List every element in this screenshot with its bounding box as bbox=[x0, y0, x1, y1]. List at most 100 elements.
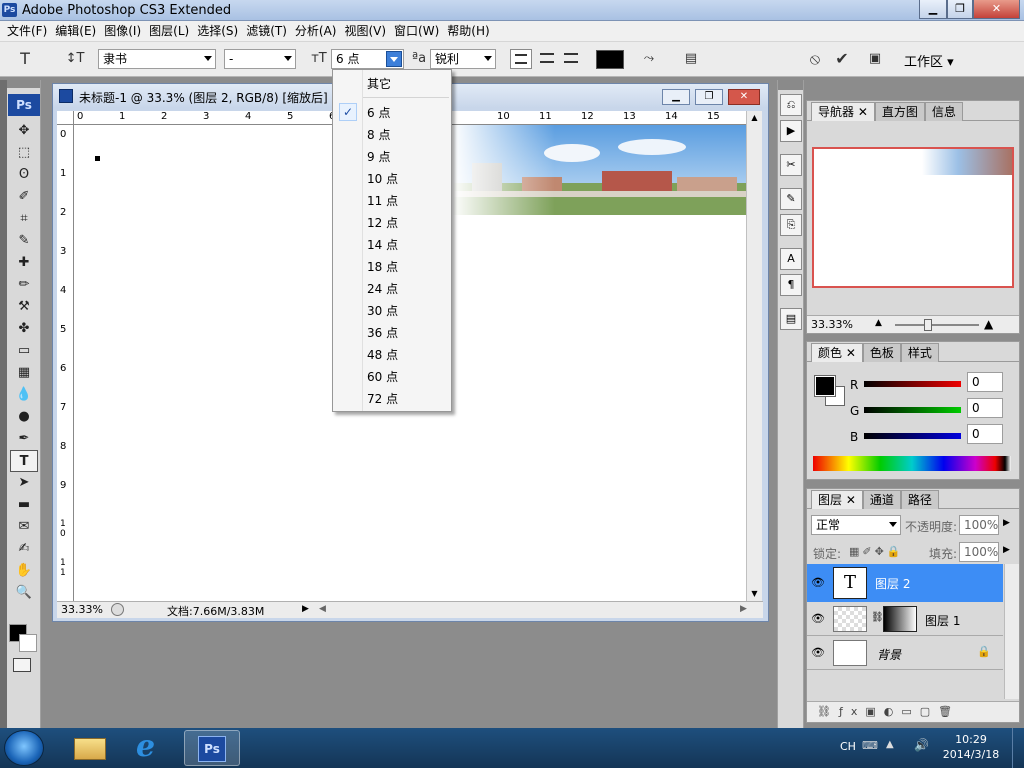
history-panel-icon[interactable]: ⎌ bbox=[780, 94, 802, 116]
clock[interactable]: 10:29 2014/3/18 bbox=[936, 732, 1006, 762]
layer-row[interactable]: 👁 背景 🔒 bbox=[807, 637, 1003, 670]
tool-presets-icon[interactable]: ✂ bbox=[780, 154, 802, 176]
layer-mask-thumbnail[interactable] bbox=[883, 606, 917, 632]
doc-minimize-button[interactable]: ▁ bbox=[662, 89, 690, 105]
text-color-swatch[interactable] bbox=[596, 50, 624, 69]
healing-brush-tool-icon[interactable]: ✚ bbox=[10, 252, 38, 274]
menu-image[interactable]: 图像(I) bbox=[100, 21, 145, 42]
blend-mode-select[interactable]: 正常 bbox=[811, 515, 901, 535]
navigator-zoom-level[interactable]: 33.33% bbox=[811, 318, 853, 331]
maximize-button[interactable]: ❐ bbox=[947, 0, 973, 19]
menu-item-other[interactable]: 其它 bbox=[333, 73, 451, 95]
text-tool-preset-icon[interactable]: T bbox=[14, 48, 36, 70]
background-color-swatch[interactable] bbox=[19, 634, 37, 652]
layer-name[interactable]: 图层 2 bbox=[875, 575, 910, 592]
marquee-tool-icon[interactable]: ⬚ bbox=[10, 142, 38, 164]
menu-edit[interactable]: 编辑(E) bbox=[51, 21, 100, 42]
eyedropper-tool-icon[interactable]: ✍ bbox=[10, 538, 38, 560]
scroll-up-icon[interactable]: ▲ bbox=[747, 111, 762, 125]
align-right-button[interactable] bbox=[560, 49, 582, 69]
menu-item-size[interactable]: 10 点 bbox=[333, 168, 451, 190]
font-style-select[interactable]: - bbox=[224, 49, 296, 69]
menu-select[interactable]: 选择(S) bbox=[193, 21, 242, 42]
clone-stamp-tool-icon[interactable]: ⚒ bbox=[10, 296, 38, 318]
tab-navigator[interactable]: 导航器 ✕ bbox=[811, 102, 875, 121]
dock-grip[interactable] bbox=[778, 80, 803, 90]
actions-panel-icon[interactable]: ▶ bbox=[780, 120, 802, 142]
crop-tool-icon[interactable]: ⌗ bbox=[10, 208, 38, 230]
tab-layers[interactable]: 图层 ✕ bbox=[811, 490, 863, 509]
menu-item-size[interactable]: 60 点 bbox=[333, 366, 451, 388]
status-expand-icon[interactable]: ▶ bbox=[302, 604, 309, 614]
keyboard-icon[interactable]: ⌨ bbox=[862, 739, 878, 752]
fill-expand-icon[interactable]: ▶ bbox=[1003, 545, 1010, 555]
menu-layer[interactable]: 图层(L) bbox=[145, 21, 193, 42]
tab-histogram[interactable]: 直方图 bbox=[874, 102, 925, 121]
navigator-preview[interactable] bbox=[812, 147, 1014, 288]
menu-help[interactable]: 帮助(H) bbox=[443, 21, 493, 42]
layer-name[interactable]: 图层 1 bbox=[925, 612, 960, 629]
scroll-right-icon[interactable]: ▶ bbox=[740, 604, 747, 614]
menu-view[interactable]: 视图(V) bbox=[340, 21, 390, 42]
tray-expand-icon[interactable]: ▲ bbox=[886, 739, 894, 750]
type-tool-icon[interactable]: T bbox=[10, 450, 38, 472]
blue-value[interactable]: 0 bbox=[967, 424, 1003, 444]
history-brush-tool-icon[interactable]: ✤ bbox=[10, 318, 38, 340]
clone-source-icon[interactable]: ⎘ bbox=[780, 214, 802, 236]
ruler-origin[interactable] bbox=[57, 111, 74, 125]
slice-tool-icon[interactable]: ✎ bbox=[10, 230, 38, 252]
layer-comps-icon[interactable]: ▤ bbox=[780, 308, 802, 330]
layers-scrollbar[interactable] bbox=[1004, 564, 1019, 699]
magic-wand-tool-icon[interactable]: ✐ bbox=[10, 186, 38, 208]
zoom-out-icon[interactable]: ▲ bbox=[875, 318, 882, 328]
gradient-tool-icon[interactable]: ▦ bbox=[10, 362, 38, 384]
menu-item-size[interactable]: 30 点 bbox=[333, 300, 451, 322]
align-left-button[interactable] bbox=[510, 49, 532, 69]
font-size-dropdown-button[interactable] bbox=[386, 51, 402, 67]
pen-tool-icon[interactable]: ✒ bbox=[10, 428, 38, 450]
layer-actions-bar[interactable]: ⛓ƒx▣◐▭▢🗑 bbox=[807, 701, 1019, 722]
align-center-button[interactable] bbox=[536, 49, 558, 69]
tab-channels[interactable]: 通道 bbox=[862, 490, 901, 509]
menu-item-size[interactable]: 14 点 bbox=[333, 234, 451, 256]
visibility-eye-icon[interactable]: 👁 bbox=[811, 612, 825, 625]
tab-styles[interactable]: 样式 bbox=[900, 343, 939, 362]
zoom-slider-track[interactable] bbox=[895, 324, 979, 326]
scroll-down-icon[interactable]: ▼ bbox=[747, 587, 762, 601]
input-language[interactable]: CH bbox=[840, 740, 856, 753]
menu-item-size[interactable]: 9 点 bbox=[333, 146, 451, 168]
layer-row[interactable]: 👁 ⛓ 图层 1 bbox=[807, 603, 1003, 636]
zoom-in-icon[interactable]: ▲ bbox=[984, 317, 993, 331]
volume-icon[interactable]: 🔊 bbox=[914, 738, 929, 752]
text-orientation-icon[interactable]: ↕T bbox=[64, 48, 86, 70]
start-button[interactable] bbox=[4, 730, 44, 766]
antialias-select[interactable]: 锐利 bbox=[430, 49, 496, 69]
brushes-panel-icon[interactable]: ✎ bbox=[780, 188, 802, 210]
menu-item-size[interactable]: 12 点 bbox=[333, 212, 451, 234]
lock-icons[interactable]: ▦✐✥🔒 bbox=[849, 545, 904, 558]
warp-text-icon[interactable]: ⤳ bbox=[638, 48, 660, 70]
tab-color[interactable]: 颜色 ✕ bbox=[811, 343, 863, 362]
opacity-expand-icon[interactable]: ▶ bbox=[1003, 518, 1010, 528]
bridge-icon[interactable]: ▣ bbox=[864, 48, 886, 70]
brush-tool-icon[interactable]: ✏ bbox=[10, 274, 38, 296]
menu-item-size[interactable]: 18 点 bbox=[333, 256, 451, 278]
shape-tool-icon[interactable]: ▬ bbox=[10, 494, 38, 516]
menu-item-size[interactable]: 72 点 bbox=[333, 388, 451, 410]
menu-item-size[interactable]: 36 点 bbox=[333, 322, 451, 344]
fill-input[interactable]: 100% bbox=[959, 542, 999, 562]
blur-tool-icon[interactable]: 💧 bbox=[10, 384, 38, 406]
notes-tool-icon[interactable]: ✉ bbox=[10, 516, 38, 538]
minimize-button[interactable]: ▁ bbox=[919, 0, 947, 19]
toolbox-grip[interactable] bbox=[7, 80, 40, 88]
cancel-icon[interactable]: ⦸ bbox=[804, 48, 826, 70]
zoom-tool-icon[interactable]: 🔍 bbox=[10, 582, 38, 604]
quick-mask-icon[interactable] bbox=[13, 658, 31, 672]
layer-name[interactable]: 背景 bbox=[877, 646, 901, 663]
status-menu-icon[interactable] bbox=[111, 603, 124, 616]
green-slider[interactable] bbox=[864, 407, 961, 413]
menu-analysis[interactable]: 分析(A) bbox=[291, 21, 341, 42]
font-size-select[interactable]: 6 点 bbox=[331, 49, 404, 69]
zoom-level[interactable]: 33.33% bbox=[61, 603, 103, 616]
vertical-scrollbar[interactable]: ▲ ▼ bbox=[746, 111, 762, 601]
